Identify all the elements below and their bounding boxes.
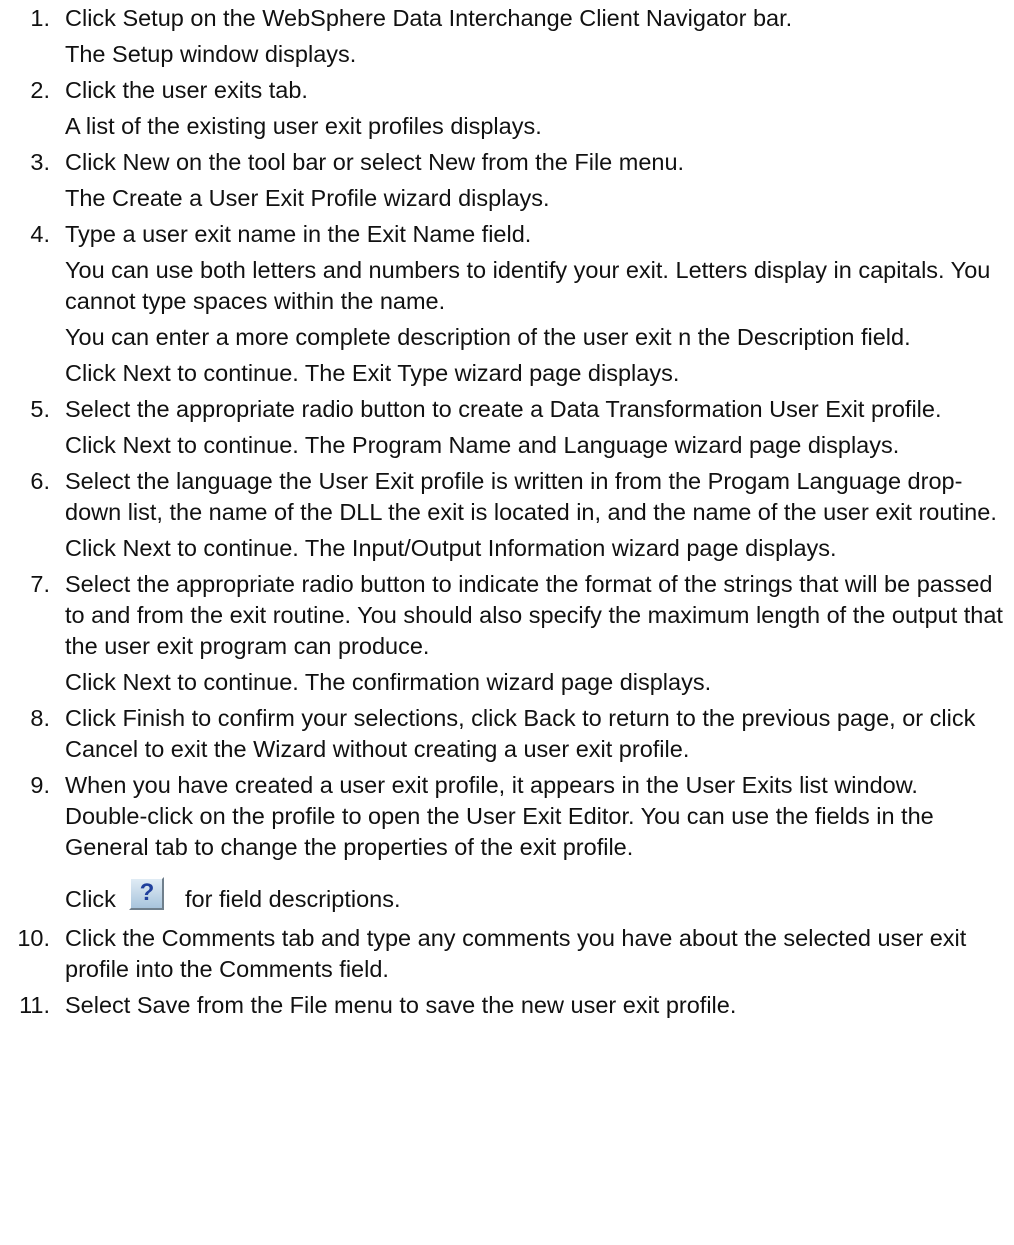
step-number: 5. — [30, 396, 50, 422]
step-11: 11. Select Save from the File menu to sa… — [0, 990, 1003, 1021]
step-instruction: Select the appropriate radio button to i… — [65, 571, 1003, 659]
help-hint-suffix: for field descriptions. — [184, 886, 401, 912]
step-number: 4. — [30, 221, 50, 247]
step-9: 9. When you have created a user exit pro… — [0, 770, 1003, 918]
step-result: You can use both letters and numbers to … — [65, 257, 991, 314]
procedure-steps: 1. Click Setup on the WebSphere Data Int… — [0, 3, 1014, 1026]
step-number: 1. — [30, 5, 50, 31]
step-8: 8. Click Finish to confirm your selectio… — [0, 703, 1003, 765]
step-result: The Create a User Exit Profile wizard di… — [65, 185, 550, 211]
step-number: 10. — [17, 925, 50, 951]
help-question-icon[interactable]: ? — [129, 877, 165, 910]
step-7: 7. Select the appropriate radio button t… — [0, 569, 1003, 698]
step-result: A list of the existing user exit profile… — [65, 113, 542, 139]
step-6: 6. Select the language the User Exit pro… — [0, 466, 1003, 564]
step-instruction: When you have created a user exit profil… — [65, 772, 934, 860]
step-5: 5. Select the appropriate radio button t… — [0, 394, 1003, 461]
help-hint: Click ? for field descriptions. — [65, 877, 1003, 918]
help-hint-prefix: Click — [65, 886, 116, 912]
step-4: 4. Type a user exit name in the Exit Nam… — [0, 219, 1003, 389]
document-page: 1. Click Setup on the WebSphere Data Int… — [0, 0, 1014, 1245]
step-result: Click Next to continue. The Program Name… — [65, 432, 900, 458]
step-result: Click Next to continue. The confirmation… — [65, 669, 712, 695]
step-instruction: Click the user exits tab. — [65, 77, 308, 103]
step-instruction: Click the Comments tab and type any comm… — [65, 925, 967, 982]
step-2: 2. Click the user exits tab. A list of t… — [0, 75, 1003, 142]
step-result: Click Next to continue. The Input/Output… — [65, 535, 837, 561]
step-number: 9. — [30, 772, 50, 798]
step-result: Click Next to continue. The Exit Type wi… — [65, 360, 680, 386]
step-1: 1. Click Setup on the WebSphere Data Int… — [0, 3, 1003, 70]
step-number: 6. — [30, 468, 50, 494]
step-instruction: Select the language the User Exit profil… — [65, 468, 997, 525]
step-instruction: Click Setup on the WebSphere Data Interc… — [65, 5, 793, 31]
step-10: 10. Click the Comments tab and type any … — [0, 923, 1003, 985]
step-result: The Setup window displays. — [65, 41, 357, 67]
step-number: 2. — [30, 77, 50, 103]
step-number: 8. — [30, 705, 50, 731]
step-number: 3. — [30, 149, 50, 175]
step-number: 11. — [19, 992, 50, 1018]
step-instruction: Select Save from the File menu to save t… — [65, 992, 737, 1018]
step-result: You can enter a more complete descriptio… — [65, 324, 911, 350]
step-number: 7. — [30, 571, 50, 597]
step-instruction: Click Finish to confirm your selections,… — [65, 705, 976, 762]
step-instruction: Select the appropriate radio button to c… — [65, 396, 942, 422]
step-3: 3. Click New on the tool bar or select N… — [0, 147, 1003, 214]
step-instruction: Click New on the tool bar or select New … — [65, 149, 685, 175]
step-instruction: Type a user exit name in the Exit Name f… — [65, 221, 532, 247]
help-question-glyph: ? — [139, 879, 155, 906]
